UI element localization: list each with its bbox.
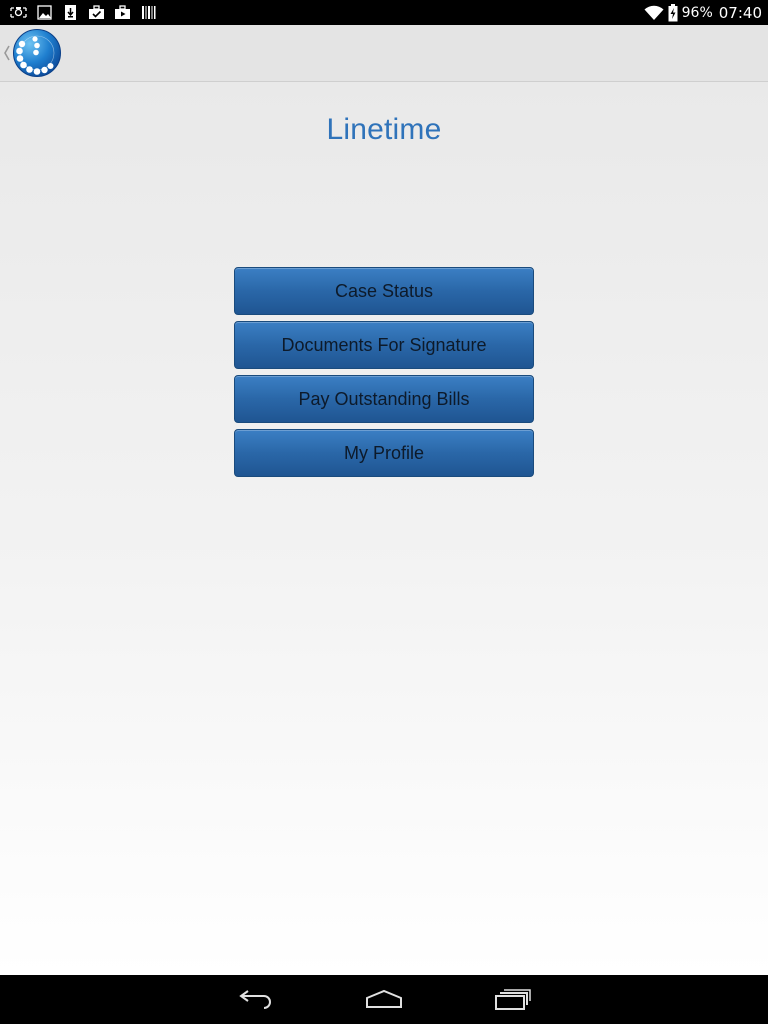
screenshot-icon — [10, 7, 27, 18]
documents-for-signature-button[interactable]: Documents For Signature — [234, 321, 534, 369]
main-content: Linetime Case Status Documents For Signa… — [0, 82, 768, 975]
pay-outstanding-bills-button[interactable]: Pay Outstanding Bills — [234, 375, 534, 423]
my-profile-button[interactable]: My Profile — [234, 429, 534, 477]
notification-icons — [10, 4, 157, 21]
wifi-icon — [644, 5, 664, 20]
briefcase-play-icon — [115, 5, 130, 19]
menu-list: Case Status Documents For Signature Pay … — [234, 267, 534, 483]
home-icon[interactable] — [364, 987, 404, 1011]
recent-apps-icon[interactable] — [492, 987, 532, 1011]
image-icon — [37, 5, 52, 20]
chevron-left-icon[interactable] — [3, 42, 11, 64]
battery-percent: 96% — [681, 4, 713, 21]
app-globe-logo[interactable] — [12, 28, 62, 78]
clock: 07:40 — [718, 3, 762, 22]
barcode-icon — [142, 6, 156, 19]
navigation-bar — [0, 975, 768, 1024]
system-status: 96% 07:40 — [644, 0, 762, 25]
battery-charging-icon — [668, 3, 678, 21]
download-icon — [65, 5, 76, 20]
status-bar: 96% 07:40 — [0, 0, 768, 25]
page-title: Linetime — [326, 113, 442, 146]
back-arrow-icon[interactable] — [236, 987, 276, 1011]
briefcase-check-icon — [89, 5, 104, 19]
case-status-button[interactable]: Case Status — [234, 267, 534, 315]
action-bar — [0, 25, 768, 82]
